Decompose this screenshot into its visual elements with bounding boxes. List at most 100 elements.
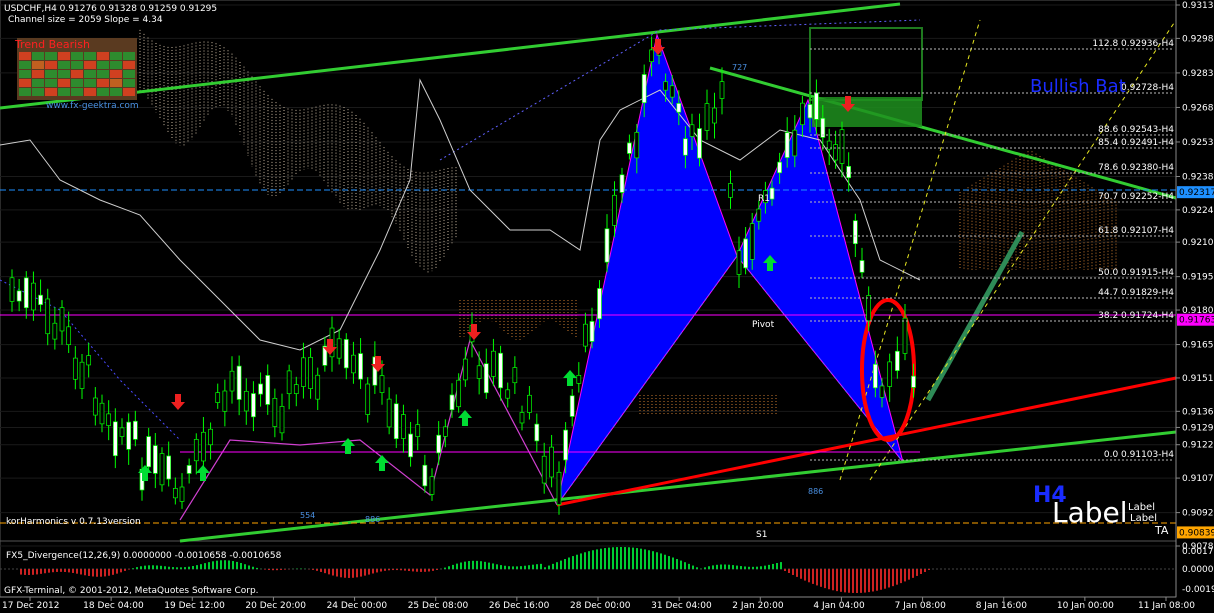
hist-bar [892,569,894,587]
num-886-b: 886 [365,515,380,524]
candle-body [462,358,468,381]
hist-bar [80,569,82,575]
xaxis-label: 8 Jan 16:00 [976,601,1028,611]
hist-bar [612,547,614,569]
fib-label: 88.6 0.92543-H4 [1098,125,1174,135]
axis-tick-label: 0.92100 [1182,238,1214,248]
header-text: USDCHF,H4 0.91276 0.91328 0.91259 0.9129… [4,4,217,14]
widget-cell [71,70,83,78]
hist-bar [272,569,274,571]
widget-cell [97,70,109,78]
xaxis-label: 10 Jan 00:00 [1057,601,1114,611]
hist-bar [252,566,254,569]
hist-bar [592,550,594,569]
hist-bar [480,561,482,569]
hist-bar [132,568,134,569]
fib-label: 0.0 0.91103-H4 [1104,450,1174,460]
hist-bar [76,569,78,574]
hist-bar [336,569,338,577]
hist-bar [832,569,834,591]
fib-label: 70.7 0.92252-H4 [1098,192,1174,202]
hist-bar [384,569,386,571]
candle-body [436,434,442,454]
hist-bar [584,552,586,569]
hist-bar [348,569,350,578]
hist-bar [376,569,378,573]
hist-bar [588,551,590,569]
candle-body [712,107,717,124]
candle-body [201,431,206,462]
widget-cell [97,88,109,96]
hist-bar [732,565,734,569]
widget-cell [110,52,122,60]
candle-body [429,476,435,495]
hist-bar [712,565,714,569]
hist-bar [900,569,902,584]
axis-tick-label: 0.92985 [1182,34,1214,44]
candle-body [527,394,532,413]
hist-bar [64,569,66,573]
num-554: 554 [300,511,315,520]
hist-bar [568,557,570,569]
hist-bar [56,569,58,572]
candle-body [833,144,838,161]
candle-body [491,350,496,377]
hist-bar [508,566,510,569]
hist-bar [820,569,822,587]
candle-body [132,420,138,440]
hist-bar [476,560,478,569]
label-big: Label [1052,496,1128,529]
fib-label: 85.4 0.92491-H4 [1098,138,1174,148]
price-axis: 0.93130 0.92985 0.92835 0.92685 0.92535 0.923… [1175,0,1214,597]
hist-bar [852,569,854,593]
candle-body [498,352,503,389]
candle-body [519,412,525,424]
xaxis-label: 24 Dec 00:00 [327,601,388,611]
hist-bar [848,569,850,593]
hist-bar [640,548,642,569]
hist-bar [416,569,418,572]
widget-cell [84,52,96,60]
hist-bar [664,554,666,569]
hist-bar [92,569,94,577]
chart-svg[interactable]: 112.8 0.92936-H4 0.92728-H4 88.6 0.92543-H… [0,0,1214,613]
hist-bar [552,563,554,569]
hist-bar [276,569,278,571]
candle-body [872,363,878,389]
widget-cell [84,79,96,87]
hist-bar [636,548,638,569]
fib-label: 112.8 0.92936-H4 [1092,39,1174,49]
candle-body [315,374,321,400]
fib-label: 78.6 0.92380-H4 [1098,163,1174,173]
fib-label: 50.0 0.91915-H4 [1098,268,1174,278]
candle-body [583,323,588,347]
hist-bar [40,569,42,574]
widget-cell [45,79,57,87]
hist-bar [420,569,422,572]
hist-bar [624,547,626,569]
hist-bar [424,569,426,572]
hist-bar [284,569,286,570]
xaxis-label: 2 Jan 20:00 [732,601,784,611]
hist-bar [328,569,330,575]
hist-bar [152,565,154,569]
copyright-text: GFX-Terminal, © 2001-2012, MetaQuotes So… [4,586,259,596]
hist-bar [720,564,722,569]
hist-bar [912,569,914,578]
hist-bar [652,551,654,569]
axis-tick-label: 0.92240 [1182,206,1214,216]
hist-bar [828,569,830,590]
axis-tick-label: 0.91220 [1182,441,1214,451]
widget-cell [97,79,109,87]
hist-bar [472,560,474,569]
candle-body [556,471,562,505]
candle-body [456,379,462,408]
hist-bar [312,569,314,570]
hist-bar [356,569,358,578]
widget-cell [32,70,44,78]
xaxis-label: 18 Dec 04:00 [83,601,144,611]
fib-label: 0.92728-H4 [1121,83,1174,93]
candle-body [215,392,221,403]
price-marker-label: 0.92317 [1179,188,1214,198]
candle-body [179,486,185,502]
